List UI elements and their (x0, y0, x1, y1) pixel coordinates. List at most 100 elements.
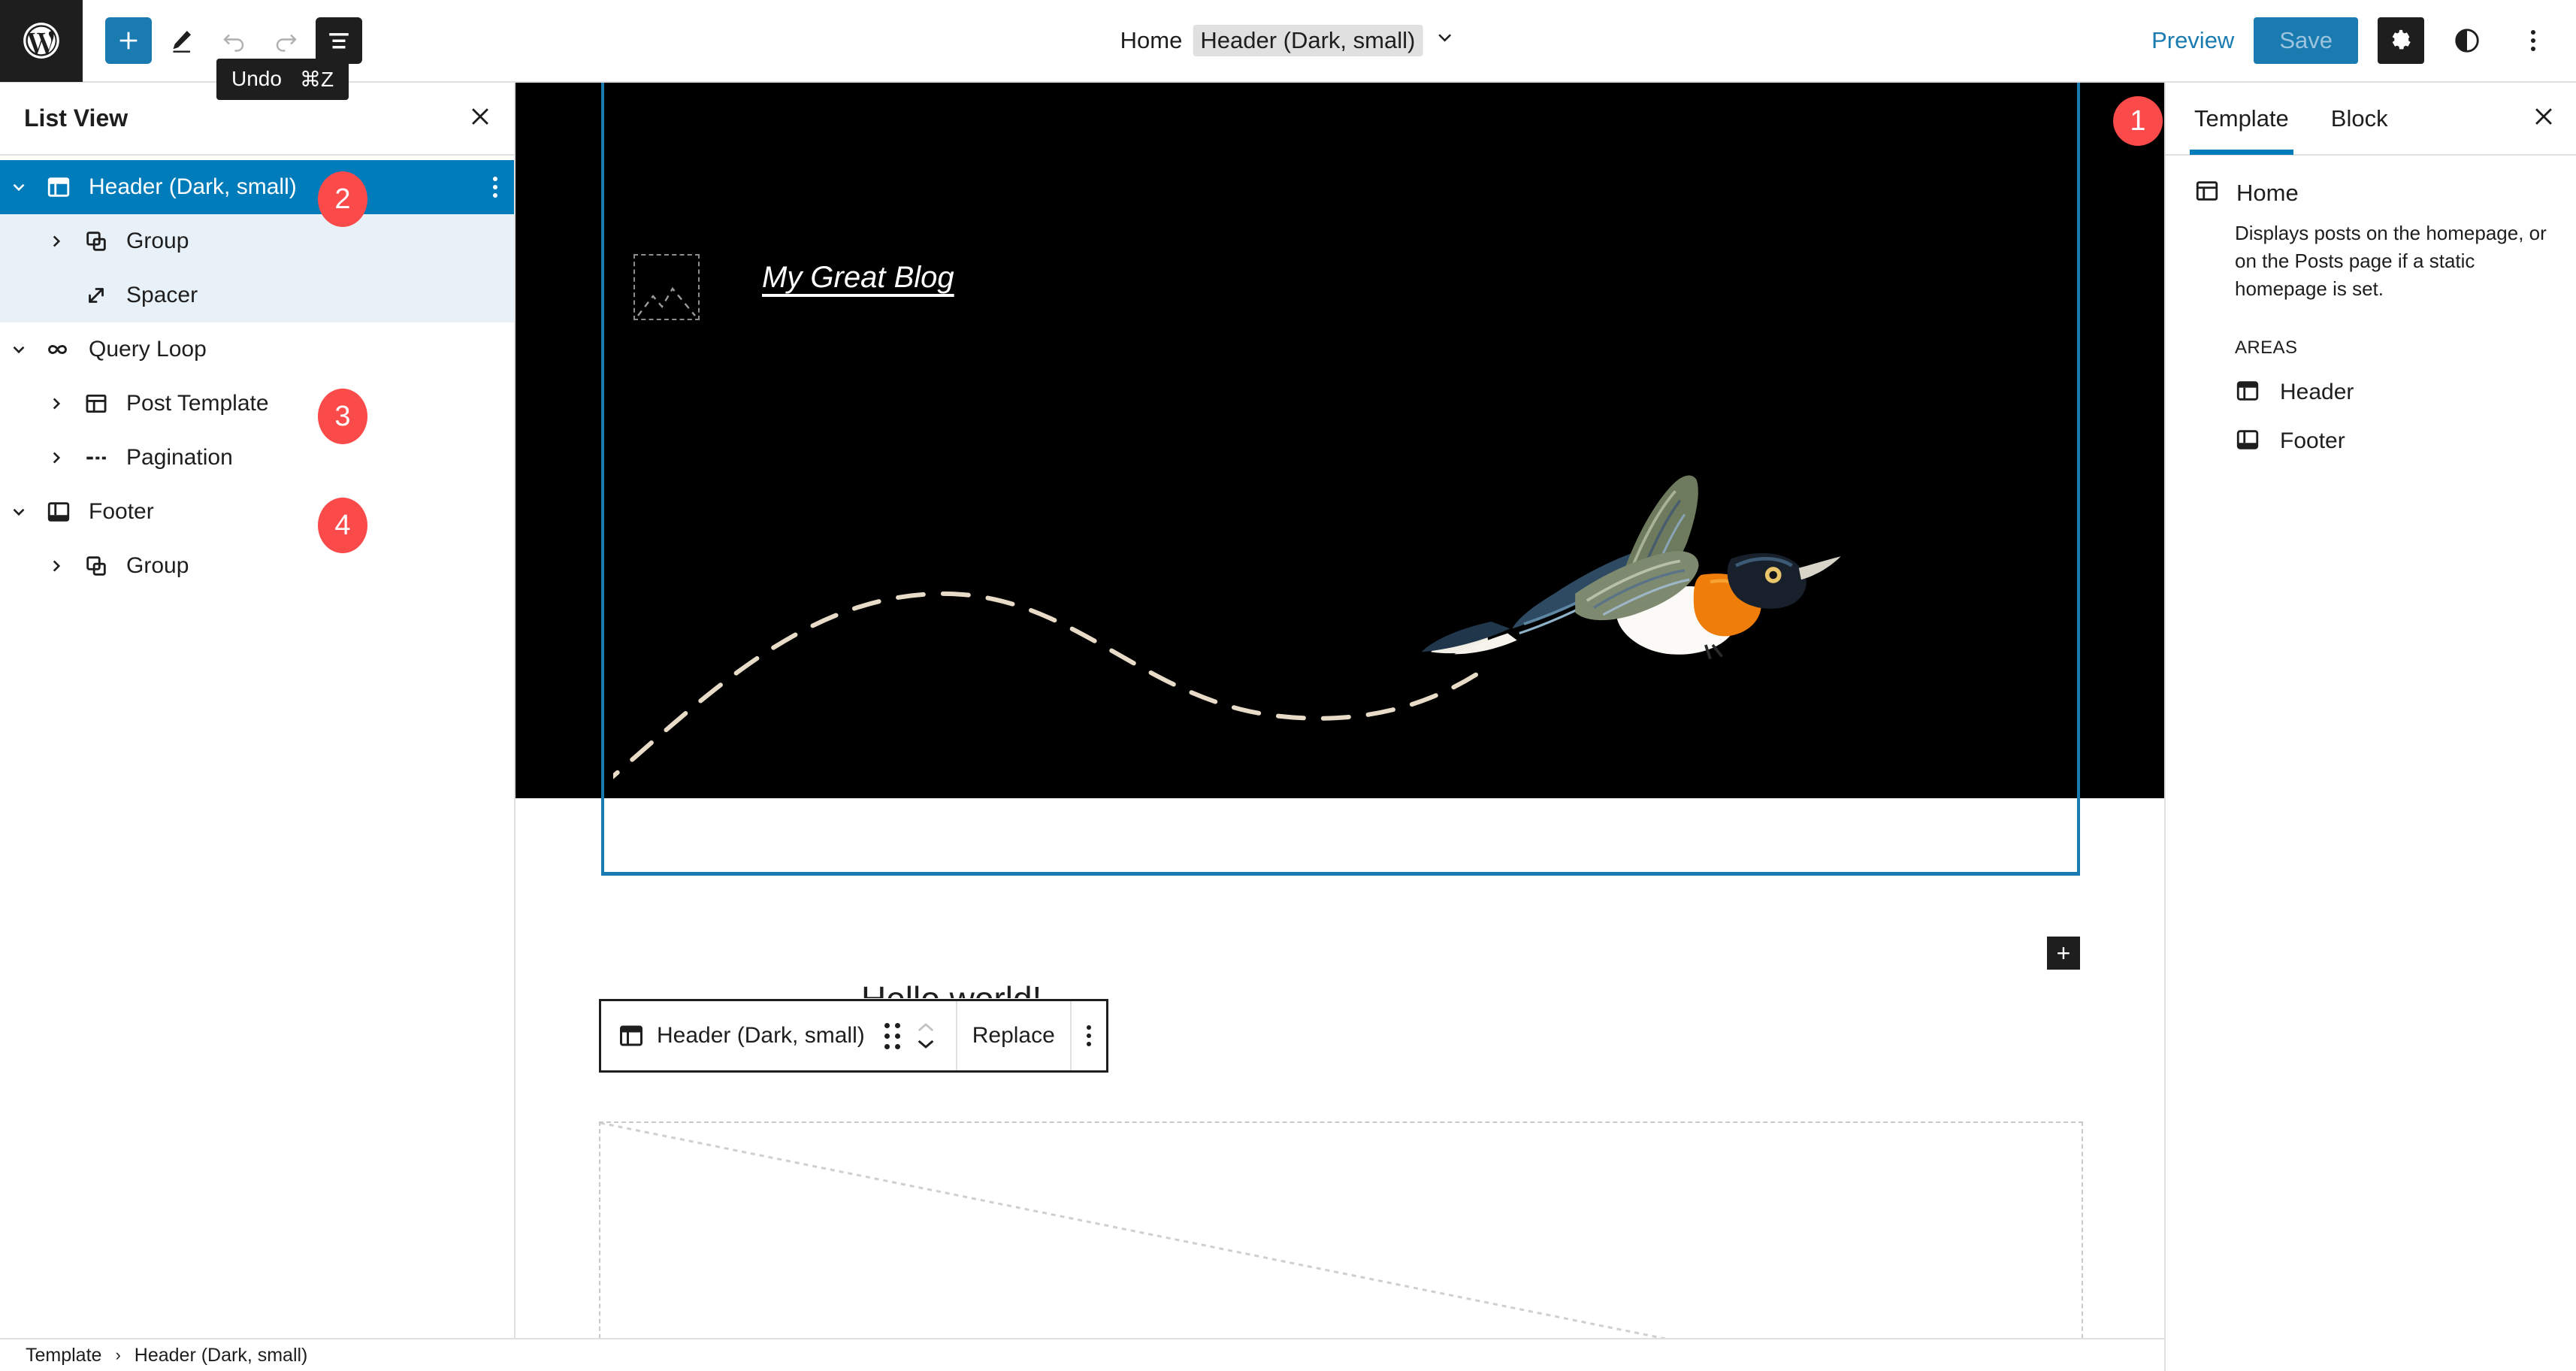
annotation-badge-3: 3 (318, 389, 367, 444)
breadcrumb-item[interactable]: Header (Dark, small) (135, 1345, 308, 1366)
undo-button[interactable] (210, 17, 257, 64)
list-view-row[interactable]: Group (0, 214, 514, 268)
breadcrumb-separator: › (115, 1345, 121, 1364)
save-button[interactable]: Save (2254, 17, 2358, 64)
top-toolbar: Home Header (Dark, small) Preview Save (0, 0, 2576, 83)
close-icon[interactable] (2531, 104, 2556, 133)
list-view-title: List View (24, 104, 128, 132)
list-view-row[interactable]: Pagination (0, 431, 514, 485)
template-part-footer-icon (47, 502, 70, 522)
featured-image-placeholder[interactable] (599, 1121, 2083, 1338)
areas-section-label: AREAS (2235, 337, 2298, 358)
tools-edit-button[interactable] (158, 17, 204, 64)
block-options-button[interactable] (1069, 1001, 1106, 1070)
annotation-badge-1: 1 (2113, 96, 2163, 146)
redo-button[interactable] (263, 17, 310, 64)
list-view-row-label: Spacer (126, 283, 198, 307)
block-toolbar-main-segment: Header (Dark, small) (601, 1001, 956, 1070)
settings-sidebar-body: Home Displays posts on the homepage, or … (2166, 156, 2576, 456)
area-item-footer[interactable]: Footer (2235, 427, 2547, 456)
flying-bird-illustration (596, 474, 1966, 791)
group-blocks-icon (86, 232, 106, 251)
area-footer-icon (2236, 429, 2259, 449)
pagination-dashes-icon (75, 445, 117, 471)
group-blocks-icon (75, 553, 117, 579)
more-options-button[interactable] (2510, 17, 2556, 64)
area-item-label: Header (2280, 380, 2354, 405)
post-title-clipped: Hello world! (861, 979, 1042, 998)
query-loop-infinity-icon (48, 345, 67, 354)
breadcrumb: Template › Header (Dark, small) (0, 1338, 2164, 1371)
pagination-dashes-icon (86, 456, 106, 460)
toolbar-right-group: Preview Save (2151, 17, 2556, 64)
list-view-row[interactable]: Group (0, 539, 514, 593)
site-title[interactable]: My Great Blog (762, 261, 954, 295)
template-part-header-icon[interactable] (616, 1021, 646, 1051)
block-toolbar-block-name: Header (Dark, small) (657, 1023, 865, 1048)
block-appender-button[interactable]: + (2047, 937, 2080, 970)
chevron-down-icon (13, 183, 25, 192)
template-summary-row: Home (2194, 178, 2547, 207)
list-view-row-label: Group (126, 228, 189, 253)
list-view-expander[interactable] (0, 177, 38, 197)
close-icon[interactable] (467, 104, 493, 133)
area-footer-icon (2235, 427, 2260, 456)
preview-button[interactable]: Preview (2151, 27, 2234, 54)
settings-gear-button[interactable] (2378, 17, 2424, 64)
breadcrumb-item[interactable]: Template (26, 1345, 101, 1366)
block-movers[interactable] (914, 1020, 938, 1052)
settings-sidebar-tabs: Template Block (2166, 83, 2576, 156)
chevron-right-icon (53, 235, 61, 247)
query-loop-infinity-icon (38, 337, 80, 362)
replace-button[interactable]: Replace (955, 1001, 1070, 1070)
list-view-expander[interactable] (38, 448, 75, 468)
block-toolbar: Header (Dark, small) Replace (599, 999, 1108, 1073)
list-view-toggle-button[interactable] (316, 17, 362, 64)
document-bar[interactable]: Home Header (Dark, small) (1120, 25, 1456, 56)
template-description: Displays posts on the homepage, or on th… (2235, 222, 2547, 300)
chevron-down-icon (13, 508, 25, 516)
styles-contrast-button[interactable] (2444, 17, 2490, 64)
list-view-expander[interactable] (0, 502, 38, 522)
post-template-grid-icon (86, 394, 107, 413)
spacer-arrow-icon (75, 283, 117, 308)
group-blocks-icon (86, 556, 106, 576)
list-view-row-options[interactable] (493, 177, 497, 198)
area-header-icon (2235, 378, 2260, 407)
list-view-expander[interactable] (38, 394, 75, 413)
chevron-down-icon (918, 1040, 934, 1049)
list-view-row[interactable]: Spacer (0, 268, 514, 322)
drag-handle-icon[interactable] (884, 1022, 900, 1049)
list-view-expander[interactable] (38, 556, 75, 576)
document-bar-title[interactable]: Header (Dark, small) (1193, 25, 1423, 56)
wordpress-logo-icon[interactable] (0, 0, 83, 82)
list-view-row[interactable]: Footer (0, 485, 514, 539)
spacer-arrow-icon (89, 288, 104, 303)
list-view-row-label: Query Loop (89, 337, 207, 362)
tooltip-shortcut: ⌘Z (299, 68, 334, 91)
list-view-row[interactable]: Header (Dark, small) (0, 160, 514, 214)
template-part-footer-icon (38, 499, 80, 525)
list-view-expander[interactable] (38, 232, 75, 251)
chevron-down-icon[interactable] (1433, 26, 1456, 55)
template-name: Home (2236, 179, 2299, 206)
add-block-button[interactable] (105, 17, 152, 64)
image-placeholder-icon[interactable] (633, 254, 700, 320)
tab-block[interactable]: Block (2331, 82, 2388, 155)
settings-sidebar: Template Block Home Displays posts on the… (2164, 83, 2576, 1371)
chevron-up-icon (918, 1023, 933, 1032)
tab-template[interactable]: Template (2190, 82, 2293, 155)
area-item-label: Footer (2280, 428, 2345, 454)
annotation-badge-4: 4 (318, 498, 367, 553)
area-item-header[interactable]: Header (2235, 378, 2547, 407)
list-view-row[interactable]: Query Loop (0, 322, 514, 377)
group-blocks-icon (75, 228, 117, 254)
undo-tooltip: Undo ⌘Z (216, 59, 349, 100)
list-view-row[interactable]: Post Template (0, 377, 514, 431)
area-header-icon (2236, 380, 2259, 401)
list-view-row-label: Header (Dark, small) (89, 174, 297, 199)
template-part-header-icon (38, 174, 80, 200)
template-part-header-icon (47, 177, 70, 197)
list-view-panel: List View Header (Dark, small) Group Space… (0, 83, 516, 1338)
list-view-expander[interactable] (0, 340, 38, 359)
